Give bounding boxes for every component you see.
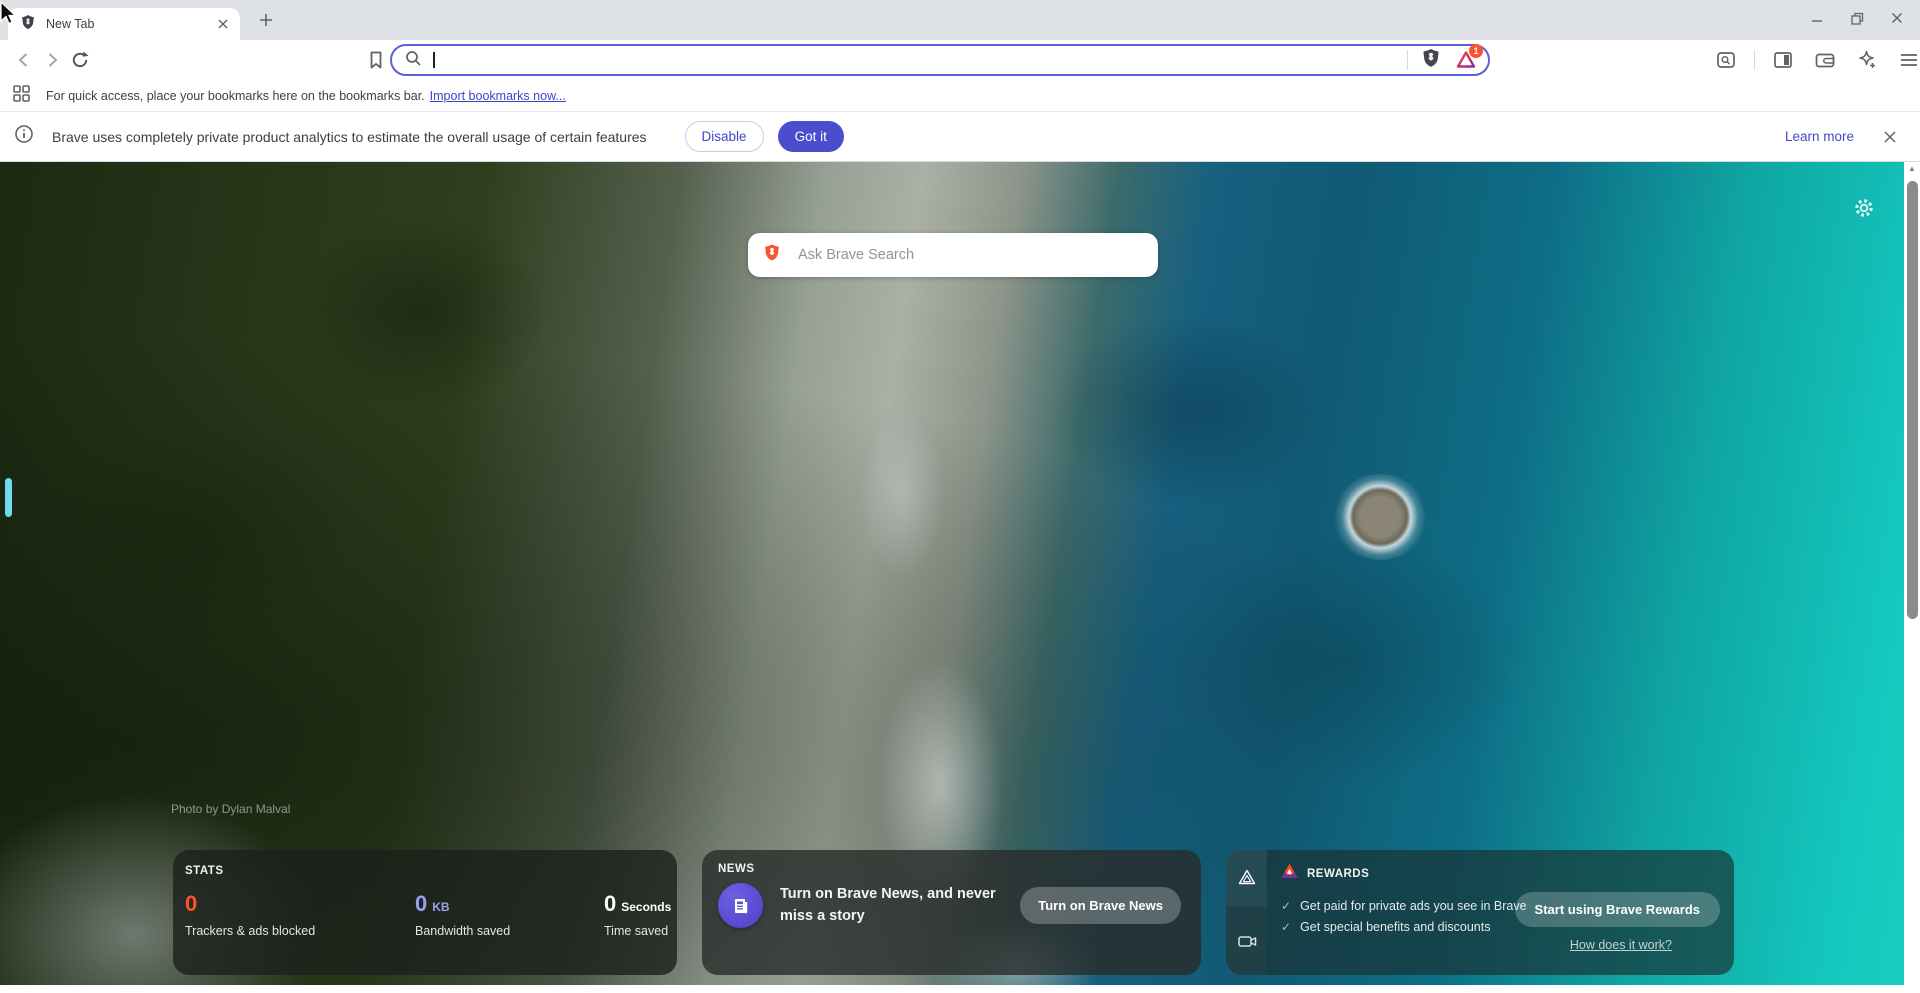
toolbar: 1 <box>0 40 1920 80</box>
rewards-header: REWARDS <box>1281 863 1720 884</box>
photo-credit-link[interactable]: Photo by Dylan Malval <box>171 802 290 816</box>
divider <box>1407 50 1408 70</box>
stats-widget: STATS 0 Trackers & ads blocked 0 KB Bandw… <box>173 850 677 975</box>
stat-time-saved: 0 Seconds Time saved <box>604 893 671 938</box>
stat-label: Trackers & ads blocked <box>185 924 415 938</box>
stat-label: Time saved <box>604 924 671 938</box>
brave-rewards-icon[interactable]: 1 <box>1454 48 1478 72</box>
stats-values: 0 Trackers & ads blocked 0 KB Bandwidth s… <box>185 893 665 938</box>
scrollbar[interactable]: ▲ <box>1904 162 1920 993</box>
start-rewards-button[interactable]: Start using Brave Rewards <box>1515 892 1720 927</box>
bookmark-icon[interactable] <box>362 46 390 74</box>
notice-close-icon[interactable] <box>1880 127 1900 147</box>
tab-close-icon[interactable] <box>214 15 232 33</box>
wallet-icon[interactable] <box>1811 46 1839 74</box>
stat-trackers-blocked: 0 Trackers & ads blocked <box>185 893 415 938</box>
benefit-text: Get special benefits and discounts <box>1300 920 1490 934</box>
check-icon: ✓ <box>1281 899 1291 913</box>
stat-value: 0 <box>604 891 616 916</box>
stat-value: 0 <box>185 891 197 916</box>
brave-shields-icon[interactable] <box>1420 47 1442 74</box>
scroll-up-arrow-icon[interactable]: ▲ <box>1904 164 1920 173</box>
rewards-side-strip <box>1226 850 1267 975</box>
news-headline: Turn on Brave News, and never miss a sto… <box>780 884 1015 926</box>
apps-grid-icon[interactable] <box>12 84 30 107</box>
video-camera-icon[interactable] <box>1226 906 1267 975</box>
news-widget: NEWS Turn on Brave News, and never miss … <box>702 850 1201 975</box>
brave-logo-icon <box>20 14 36 35</box>
bat-outline-icon[interactable] <box>1226 850 1267 906</box>
stat-label: Bandwidth saved <box>415 924 604 938</box>
notice-message: Brave uses completely private product an… <box>52 129 647 145</box>
info-icon <box>14 124 34 149</box>
mouse-cursor-icon <box>0 1 22 32</box>
brave-search-box[interactable] <box>748 233 1158 277</box>
tab-new-tab[interactable]: New Tab <box>8 8 240 40</box>
news-title: NEWS <box>718 863 1185 875</box>
rewards-title: REWARDS <box>1307 868 1369 880</box>
scrollbar-thumb[interactable] <box>1907 181 1918 619</box>
toolbar-right-icons <box>1712 46 1920 74</box>
news-row: Turn on Brave News, and never miss a sto… <box>718 883 1185 928</box>
stat-bandwidth-saved: 0 KB Bandwidth saved <box>415 893 604 938</box>
search-tabs-icon[interactable] <box>1712 46 1740 74</box>
back-icon[interactable] <box>10 46 38 74</box>
address-bar[interactable]: 1 <box>390 44 1490 76</box>
bookmarks-bar: For quick access, place your bookmarks h… <box>0 80 1920 112</box>
tab-strip: New Tab <box>0 0 1920 40</box>
brave-search-input[interactable] <box>796 246 1144 264</box>
brave-search-logo-icon <box>762 243 782 268</box>
browser-window: New Tab <box>0 0 1920 993</box>
widgets-row: STATS 0 Trackers & ads blocked 0 KB Bandw… <box>173 850 1734 975</box>
rewards-widget: REWARDS ✓ Get paid for private ads you s… <box>1226 850 1734 975</box>
bookmarks-hint-text: For quick access, place your bookmarks h… <box>46 89 425 103</box>
restore-button[interactable] <box>1848 9 1866 27</box>
forward-icon[interactable] <box>38 46 66 74</box>
menu-icon[interactable] <box>1895 46 1920 74</box>
leo-ai-icon[interactable] <box>1853 46 1881 74</box>
address-bar-actions: 1 <box>1407 47 1478 74</box>
import-bookmarks-link[interactable]: Import bookmarks now... <box>430 89 566 103</box>
sidebar-handle[interactable] <box>5 478 12 517</box>
newspaper-icon <box>718 883 763 928</box>
window-controls <box>1808 0 1912 36</box>
stat-unit: Seconds <box>621 900 671 914</box>
customize-gear-icon[interactable] <box>1852 196 1876 220</box>
divider <box>1754 50 1755 70</box>
new-tab-page: Photo by Dylan Malval STATS 0 Trackers &… <box>0 162 1920 993</box>
rewards-main: REWARDS ✓ Get paid for private ads you s… <box>1267 850 1734 975</box>
tab-title: New Tab <box>46 17 214 31</box>
minimize-button[interactable] <box>1808 9 1826 27</box>
how-does-it-work-link[interactable]: How does it work? <box>1570 938 1672 952</box>
search-icon <box>404 49 422 72</box>
bat-token-icon <box>1281 863 1298 884</box>
disable-button[interactable]: Disable <box>685 121 764 152</box>
check-icon: ✓ <box>1281 920 1291 934</box>
stat-unit: KB <box>432 900 449 914</box>
reload-icon[interactable] <box>66 46 94 74</box>
rewards-notification-badge: 1 <box>1469 44 1483 58</box>
benefit-text: Get paid for private ads you see in Brav… <box>1300 899 1527 913</box>
text-caret <box>433 52 435 68</box>
sidebar-toggle-icon[interactable] <box>1769 46 1797 74</box>
background-island <box>1332 474 1428 560</box>
learn-more-link[interactable]: Learn more <box>1785 129 1854 144</box>
turn-on-news-button[interactable]: Turn on Brave News <box>1020 887 1181 924</box>
new-tab-button[interactable] <box>252 6 280 34</box>
got-it-button[interactable]: Got it <box>778 121 844 152</box>
close-window-button[interactable] <box>1888 9 1906 27</box>
page-bottom-strip <box>0 985 1920 993</box>
stat-value: 0 <box>415 891 427 916</box>
stats-title: STATS <box>185 865 665 877</box>
analytics-notice-bar: Brave uses completely private product an… <box>0 112 1920 162</box>
